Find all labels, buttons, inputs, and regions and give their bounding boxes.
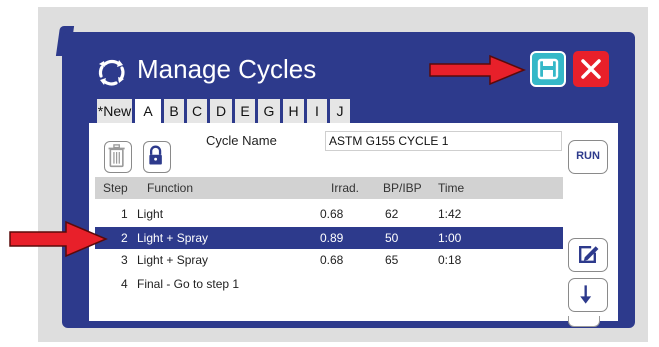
cell-time: 0:18: [438, 253, 462, 267]
cell-step: 4: [121, 277, 128, 291]
cell-function: Light: [137, 207, 164, 221]
red-arrow-icon: [9, 220, 108, 258]
cycle-name-field[interactable]: ASTM G155 CYCLE 1: [325, 131, 562, 151]
cell-irrad: 0.68: [320, 207, 344, 221]
edit-icon: [579, 246, 599, 263]
table-header: Step Function Irrad. BP/IBP Time: [95, 177, 563, 199]
close-icon: [581, 59, 601, 79]
tab-c[interactable]: C: [187, 99, 207, 123]
edit-button[interactable]: [568, 238, 608, 272]
tab-h[interactable]: H: [283, 99, 304, 123]
tab-a[interactable]: A: [135, 99, 161, 125]
trash-icon: [108, 144, 125, 168]
cell-step: 1: [121, 207, 128, 221]
table-row[interactable]: 4 Final - Go to step 1: [95, 273, 563, 295]
cell-function: Light + Spray: [137, 253, 209, 267]
tab-i[interactable]: I: [307, 99, 327, 123]
column-step: Step: [103, 181, 128, 195]
cycle-icon: [98, 59, 125, 86]
tab-b[interactable]: B: [164, 99, 184, 123]
lock-icon: [149, 145, 162, 165]
column-bp-ibp: BP/IBP: [383, 181, 422, 195]
table-row[interactable]: 3 Light + Spray 0.68 65 0:18: [95, 249, 563, 271]
page-title: Manage Cycles: [137, 54, 317, 84]
tab-g[interactable]: G: [258, 99, 280, 123]
cell-step: 2: [121, 231, 128, 245]
cell-bp: 50: [385, 231, 399, 245]
cell-step: 3: [121, 253, 128, 267]
scroll-handle[interactable]: [568, 316, 600, 327]
close-button[interactable]: [573, 51, 609, 87]
arrow-down-icon: [580, 285, 592, 304]
column-function: Function: [147, 181, 194, 195]
table-row[interactable]: 1 Light 0.68 62 1:42: [95, 203, 563, 225]
cell-time: 1:42: [438, 207, 462, 221]
cycle-name-label: Cycle Name: [206, 133, 277, 148]
column-irrad: Irrad.: [331, 181, 360, 195]
tab-new[interactable]: *New: [97, 99, 132, 123]
tab-j[interactable]: J: [330, 99, 350, 123]
cell-bp: 62: [385, 207, 399, 221]
cell-bp: 65: [385, 253, 399, 267]
save-icon: [537, 58, 559, 80]
delete-button[interactable]: [104, 141, 132, 173]
scroll-down-button[interactable]: [568, 278, 608, 312]
tab-d[interactable]: D: [210, 99, 232, 123]
column-time: Time: [438, 181, 465, 195]
cell-function: Light + Spray: [137, 231, 209, 245]
tab-e[interactable]: E: [235, 99, 255, 123]
cell-function: Final - Go to step 1: [137, 277, 240, 291]
lock-button[interactable]: [143, 141, 171, 173]
run-button[interactable]: RUN: [568, 140, 608, 174]
save-button[interactable]: [530, 51, 566, 87]
table-row-selected[interactable]: 2 Light + Spray 0.89 50 1:00: [95, 227, 563, 249]
cell-irrad: 0.89: [320, 231, 344, 245]
cell-irrad: 0.68: [320, 253, 344, 267]
cell-time: 1:00: [438, 231, 462, 245]
red-arrow-icon: [429, 54, 526, 86]
